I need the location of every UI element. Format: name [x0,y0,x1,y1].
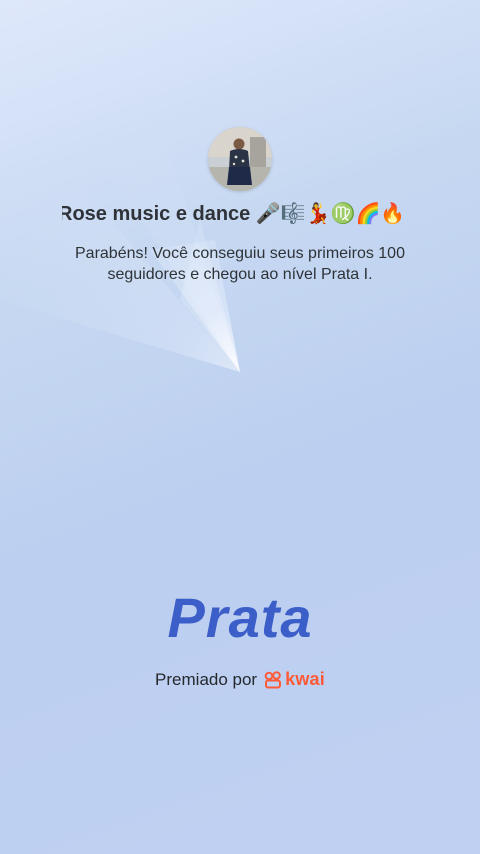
username-text: Rose music e dance 🎤🎼💃♍🌈🔥 [62,203,406,225]
awarded-by: Premiado por kwai [0,669,480,690]
awarded-label: Premiado por [155,669,258,689]
achievement-message: Parabéns! Você conseguiu seus primeiros … [75,245,405,283]
brand-name: kwai [285,669,325,689]
level-title: Prata [167,586,313,649]
avatar [208,127,272,191]
kwai-logo-icon [264,670,282,688]
username: Rose music e dance 🎤🎼💃♍🌈🔥 [0,200,480,228]
